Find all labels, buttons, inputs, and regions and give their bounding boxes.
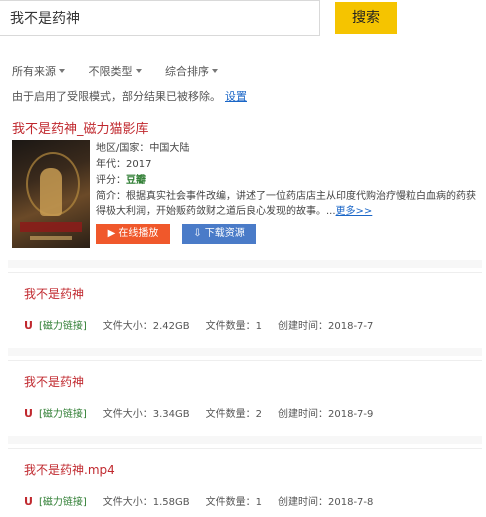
result-item: 我不是药神 U [磁力链接] 文件大小：2.42GB 文件数量：1 创建时间：2018-… [8, 272, 482, 340]
movie-title-link[interactable]: 我不是药神_磁力猫影库 [12, 118, 149, 137]
magnet-link[interactable]: [磁力链接] [39, 321, 87, 332]
filter-bar: 所有来源 不限类型 综合排序 [12, 63, 238, 79]
created-time: 创建时间：2018-7-9 [278, 409, 374, 420]
magnet-link[interactable]: [磁力链接] [39, 409, 87, 420]
magnet-icon: U [24, 495, 33, 508]
movie-poster[interactable] [12, 140, 90, 248]
chevron-down-icon [135, 69, 142, 73]
created-time: 创建时间：2018-7-7 [278, 321, 374, 332]
file-size: 文件大小：3.34GB [102, 409, 190, 420]
chevron-down-icon [212, 69, 218, 73]
poster-band [20, 222, 82, 232]
poster-text-strip [30, 236, 72, 240]
search-input[interactable] [0, 0, 320, 36]
movie-intro: 简介：根据真实社会事件改编，讲述了一位药店店主从印度代购治疗慢粒白血病的药获得极… [96, 191, 476, 217]
filter-type[interactable]: 不限类型 [89, 63, 142, 79]
file-size: 文件大小：1.58GB [102, 497, 190, 508]
movie-year: 年代：2017 [96, 159, 152, 170]
magnet-icon: U [24, 407, 33, 420]
notice-text: 由于启用了受限模式，部分结果已被移除。 [12, 90, 221, 103]
created-time: 创建时间：2018-7-8 [278, 497, 374, 508]
result-title-link[interactable]: 我不是药神 [24, 373, 84, 390]
result-title-link[interactable]: 我不是药神.mp4 [24, 461, 115, 478]
file-count: 文件数量：1 [205, 497, 262, 508]
restricted-mode-notice: 由于启用了受限模式，部分结果已被移除。 设置 [12, 88, 247, 104]
movie-rating: 评分：豆瓣 [96, 175, 146, 186]
movie-info: 地区/国家：中国大陆 年代：2017 评分：豆瓣 简介：根据真实社会事件改编，讲… [96, 141, 476, 219]
result-meta: U [磁力链接] 文件大小：3.34GB 文件数量：2 创建时间：2018-7-9 [24, 405, 389, 420]
divider [8, 260, 482, 268]
result-item: 我不是药神.mp4 U [磁力链接] 文件大小：1.58GB 文件数量：1 创建时间：2… [8, 448, 482, 516]
search-bar: 搜索 [0, 0, 486, 44]
result-item: 我不是药神 U [磁力链接] 文件大小：3.34GB 文件数量：2 创建时间：2018-… [8, 360, 482, 428]
divider [8, 348, 482, 356]
poster-figure [40, 168, 62, 216]
settings-link[interactable]: 设置 [225, 90, 247, 103]
divider [8, 436, 482, 444]
file-count: 文件数量：1 [205, 321, 262, 332]
file-count: 文件数量：2 [205, 409, 262, 420]
search-button[interactable]: 搜索 [335, 2, 397, 34]
douban-rating: 豆瓣 [126, 175, 146, 186]
more-link[interactable]: 更多>> [336, 206, 373, 217]
result-title-link[interactable]: 我不是药神 [24, 285, 84, 302]
magnet-link[interactable]: [磁力链接] [39, 497, 87, 508]
result-meta: U [磁力链接] 文件大小：1.58GB 文件数量：1 创建时间：2018-7-8 [24, 493, 389, 508]
magnet-icon: U [24, 319, 33, 332]
filter-sort[interactable]: 综合排序 [165, 63, 218, 79]
filter-source[interactable]: 所有来源 [12, 63, 65, 79]
file-size: 文件大小：2.42GB [102, 321, 190, 332]
movie-region: 地区/国家：中国大陆 [96, 143, 190, 154]
chevron-down-icon [59, 69, 65, 73]
download-button[interactable]: ⇩ 下载资源 [182, 224, 256, 244]
result-meta: U [磁力链接] 文件大小：2.42GB 文件数量：1 创建时间：2018-7-7 [24, 317, 389, 332]
play-online-button[interactable]: ▶ 在线播放 [96, 224, 170, 244]
